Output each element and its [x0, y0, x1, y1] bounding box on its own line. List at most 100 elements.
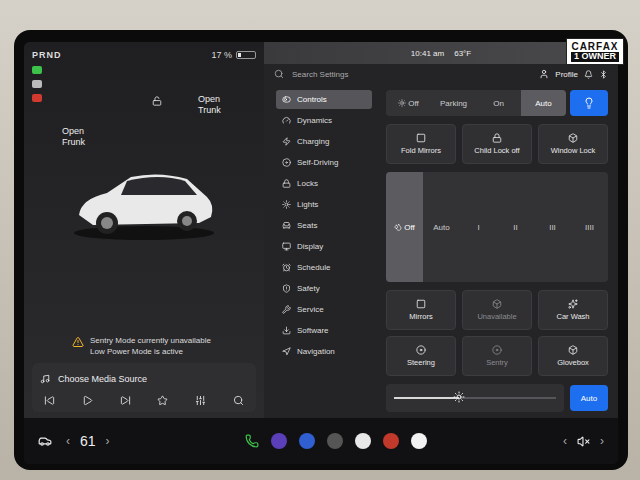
sentry-alert: Sentry Mode currently unavailableLow Pow… — [32, 336, 256, 357]
sidebar-item[interactable]: Self-Driving — [276, 153, 372, 172]
headlight-option[interactable]: Off — [386, 90, 431, 116]
control-icon — [568, 133, 578, 143]
previous-icon[interactable] — [44, 395, 55, 406]
wiper-option[interactable]: I — [460, 172, 497, 282]
car-icon[interactable] — [38, 434, 52, 448]
sidebar-item[interactable]: Locks — [276, 174, 372, 193]
screen: PRND 17 % Open Frunk Open Trunk Sentry Mode … — [24, 42, 618, 464]
sidebar-item[interactable]: Navigation — [276, 342, 372, 361]
control-tile[interactable]: Steering — [386, 336, 456, 376]
apps-icon[interactable] — [327, 433, 343, 449]
volume-control: ‹› — [563, 434, 604, 448]
sidebar-item[interactable]: Dynamics — [276, 111, 372, 130]
headlight-icon — [583, 97, 595, 109]
menu-icon — [282, 263, 291, 272]
temp-up[interactable]: › — [106, 434, 110, 448]
brightness-slider[interactable] — [386, 384, 564, 412]
tile-icon — [492, 299, 502, 309]
sidebar-item[interactable]: Safety — [276, 279, 372, 298]
wiper-option[interactable]: Auto — [423, 172, 460, 282]
media-placeholder: Choose Media Source — [58, 374, 147, 384]
controls-content: OffParkingOnAutoFold MirrorsChild Lock o… — [376, 84, 618, 418]
outside-temperature: 63°F — [454, 49, 471, 58]
wiper-option[interactable]: Off — [386, 172, 423, 282]
badge-brand: CARFAX — [571, 41, 618, 52]
volume-down[interactable]: ‹ — [563, 434, 567, 448]
control-tile[interactable]: Sentry — [462, 336, 532, 376]
phone-icon[interactable] — [245, 434, 259, 448]
sun-icon — [453, 391, 465, 403]
menu-icon — [282, 284, 291, 293]
sidebar-item[interactable]: Display — [276, 237, 372, 256]
menu-icon — [282, 116, 291, 125]
quick-control[interactable]: Child Lock off — [462, 124, 532, 164]
notes-app-icon[interactable] — [355, 433, 371, 449]
trunk-button[interactable]: Open Trunk — [198, 94, 234, 116]
carfax-badge: CARFAX1 OWNER — [566, 38, 624, 65]
play-icon[interactable] — [82, 395, 93, 406]
sidebar-item[interactable]: Seats — [276, 216, 372, 235]
sidebar-item[interactable]: Service — [276, 300, 372, 319]
headlight-button[interactable] — [570, 90, 608, 116]
equalizer-icon[interactable] — [195, 395, 206, 406]
wiper-option[interactable]: II — [497, 172, 534, 282]
calendar-app-icon[interactable] — [411, 433, 427, 449]
temp-down[interactable]: ‹ — [66, 434, 70, 448]
control-tile[interactable]: Car Wash — [538, 290, 608, 330]
profile-button[interactable]: Profile — [539, 69, 608, 79]
media-source[interactable]: Choose Media Source — [40, 369, 248, 389]
sidebar-item[interactable]: Software — [276, 321, 372, 340]
headlight-option[interactable]: Auto — [521, 90, 566, 116]
quick-control[interactable]: Window Lock — [538, 124, 608, 164]
sidebar-item[interactable]: Charging — [276, 132, 372, 151]
wiper-selector: OffAutoIIIIIIIIII — [386, 172, 608, 282]
settings-panel: 10:41 am63°FSearch SettingsProfileContro… — [264, 42, 618, 418]
control-tile[interactable]: Unavailable — [462, 290, 532, 330]
cabin-temperature: 61 — [80, 433, 96, 449]
frunk-button[interactable]: Open Frunk — [62, 126, 98, 148]
star-icon[interactable] — [157, 395, 168, 406]
bluetooth-icon[interactable] — [599, 70, 608, 79]
slider-thumb[interactable] — [453, 391, 465, 403]
headlight-option[interactable]: On — [476, 90, 521, 116]
auto-brightness-button[interactable]: Auto — [570, 385, 608, 411]
battery: 17 % — [211, 50, 256, 60]
car-panel: PRND 17 % Open Frunk Open Trunk Sentry Mode … — [24, 42, 264, 418]
control-tile[interactable]: Glovebox — [538, 336, 608, 376]
indicators — [32, 66, 42, 102]
profile-label: Profile — [555, 70, 578, 79]
sidebar-item[interactable]: Controls — [276, 90, 372, 109]
control-icon — [416, 133, 426, 143]
joystick-app-icon[interactable] — [383, 433, 399, 449]
bell-icon[interactable] — [584, 70, 593, 79]
search-field[interactable]: Search Settings — [292, 70, 348, 79]
slider-fill — [394, 397, 459, 399]
lowbeam-indicator-icon — [32, 80, 42, 88]
bezel: PRND 17 % Open Frunk Open Trunk Sentry Mode … — [14, 30, 628, 470]
quick-control[interactable]: Fold Mirrors — [386, 124, 456, 164]
control-tiles: MirrorsUnavailableCar Wash SteeringSentry… — [386, 290, 608, 376]
gear-selector: PRND — [32, 50, 62, 60]
spotify-app-icon[interactable] — [299, 433, 315, 449]
main: PRND 17 % Open Frunk Open Trunk Sentry Mode … — [24, 42, 618, 418]
wiper-option[interactable]: III — [534, 172, 571, 282]
control-icon — [492, 133, 502, 143]
muted-speaker-icon[interactable] — [577, 435, 590, 448]
bottom-bar: ‹61›‹› — [24, 418, 618, 464]
light-icon — [398, 99, 406, 107]
sidebar-item[interactable]: Lights — [276, 195, 372, 214]
photo: PRND 17 % Open Frunk Open Trunk Sentry Mode … — [0, 0, 640, 480]
headlight-option[interactable]: Parking — [431, 90, 476, 116]
media-controls — [40, 395, 248, 406]
volume-up[interactable]: › — [600, 434, 604, 448]
sidebar-item[interactable]: Schedule — [276, 258, 372, 277]
wiper-option[interactable]: IIII — [571, 172, 608, 282]
sidebar: Controls Dynamics Charging Self-Driving Lock… — [264, 84, 376, 418]
control-tile[interactable]: Mirrors — [386, 290, 456, 330]
unlock-icon[interactable] — [152, 96, 162, 106]
battery-text: 17 % — [211, 50, 232, 60]
alert-detail: Low Power Mode is active — [90, 347, 211, 357]
search-icon[interactable] — [233, 395, 244, 406]
camera-app-icon[interactable] — [271, 433, 287, 449]
next-icon[interactable] — [120, 395, 131, 406]
